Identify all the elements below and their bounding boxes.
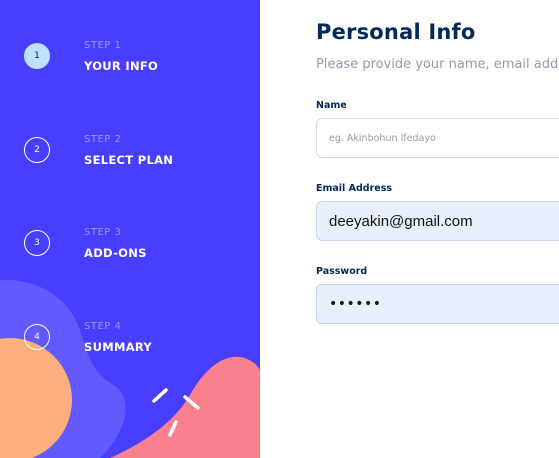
step-kicker: STEP 4 bbox=[84, 321, 122, 332]
step-text: STEP 1 YOUR INFO bbox=[84, 39, 158, 73]
sidebar: 1 STEP 1 YOUR INFO 2 STEP 2 SELECT PLAN … bbox=[0, 0, 260, 458]
step-number-badge: 4 bbox=[24, 324, 50, 350]
password-label: Password bbox=[316, 266, 368, 277]
name-label: Name bbox=[316, 100, 347, 111]
step-text: STEP 3 ADD-ONS bbox=[84, 226, 147, 260]
password-value: •••••• bbox=[329, 296, 382, 312]
step-your-info[interactable]: 1 STEP 1 YOUR INFO bbox=[24, 39, 158, 73]
email-field[interactable]: deeyakin@gmail.com bbox=[316, 201, 559, 241]
form-panel: Personal Info Please provide your name, … bbox=[316, 0, 559, 458]
step-title: YOUR INFO bbox=[84, 59, 159, 73]
step-title: SELECT PLAN bbox=[84, 153, 174, 167]
step-title: SUMMARY bbox=[84, 340, 153, 354]
step-kicker: STEP 3 bbox=[84, 227, 122, 238]
step-text: STEP 2 SELECT PLAN bbox=[84, 133, 173, 167]
page-subtitle: Please provide your name, email address bbox=[316, 57, 559, 72]
password-field[interactable]: •••••• bbox=[316, 284, 559, 324]
step-add-ons[interactable]: 3 STEP 3 ADD-ONS bbox=[24, 226, 147, 260]
email-value: deeyakin@gmail.com bbox=[329, 212, 473, 230]
step-title: ADD-ONS bbox=[84, 246, 147, 260]
step-kicker: STEP 1 bbox=[84, 40, 122, 51]
step-summary[interactable]: 4 STEP 4 SUMMARY bbox=[24, 320, 152, 354]
step-select-plan[interactable]: 2 STEP 2 SELECT PLAN bbox=[24, 133, 173, 167]
name-placeholder: eg. Akinbohun Ifedayo bbox=[329, 132, 436, 144]
step-kicker: STEP 2 bbox=[84, 134, 122, 145]
step-text: STEP 4 SUMMARY bbox=[84, 320, 152, 354]
page-title: Personal Info bbox=[316, 20, 476, 44]
name-field[interactable]: eg. Akinbohun Ifedayo bbox=[316, 118, 559, 158]
sparkle-line-1 bbox=[152, 388, 168, 403]
pink-blob bbox=[110, 356, 260, 458]
step-number-badge: 2 bbox=[24, 137, 50, 163]
email-label: Email Address bbox=[316, 183, 393, 194]
step-number-badge: 3 bbox=[24, 230, 50, 256]
step-number-badge: 1 bbox=[24, 43, 50, 69]
